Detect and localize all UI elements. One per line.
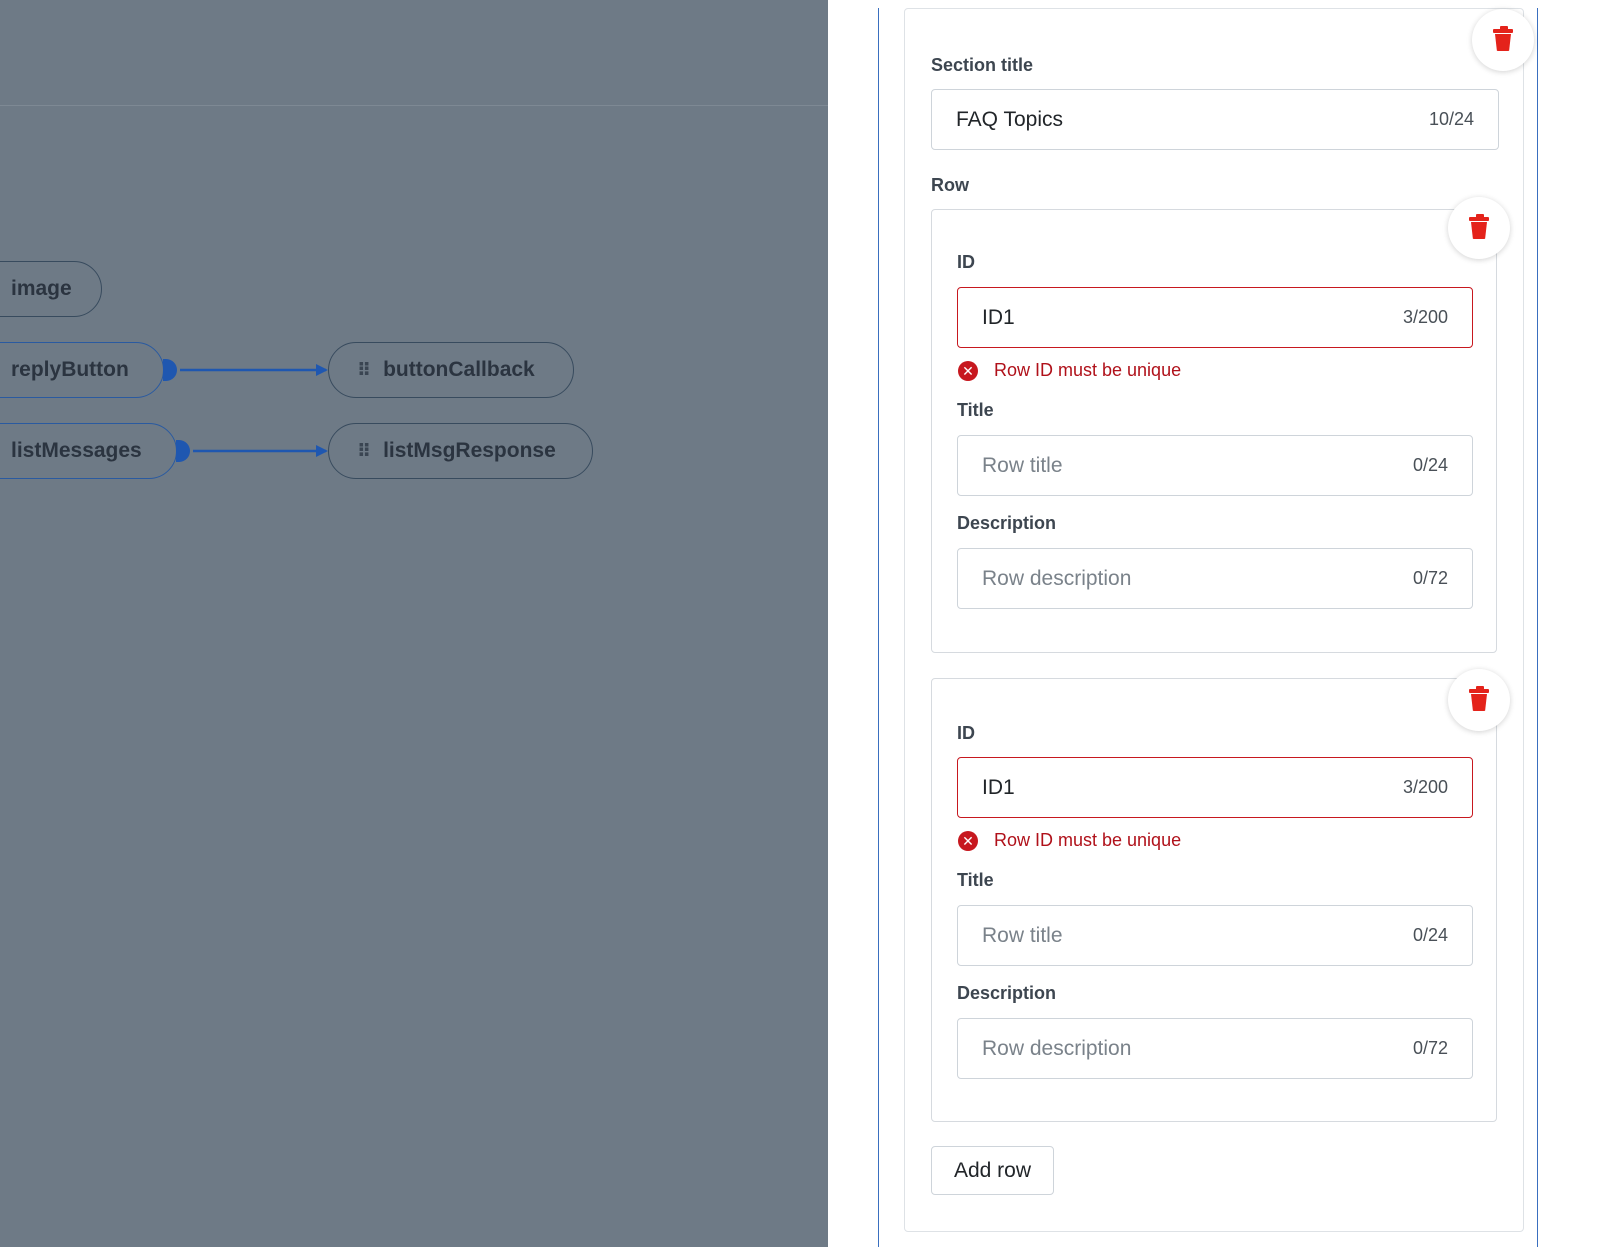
node-image[interactable]: image xyxy=(0,261,102,317)
row-title-label: Title xyxy=(957,870,994,890)
node-reply-button-label: replyButton xyxy=(11,358,129,381)
row-id-value: ID1 xyxy=(982,775,1015,799)
row-description-label: Description xyxy=(957,983,1057,1003)
flow-canvas[interactable]: image replyButton ⠿ buttonCallback listM… xyxy=(0,0,828,1247)
row-description-placeholder: Row description xyxy=(982,1036,1132,1060)
drag-handle-icon[interactable]: ⠿ xyxy=(357,360,371,381)
node-image-label: image xyxy=(11,277,72,300)
section-title-value: FAQ Topics xyxy=(956,107,1063,131)
error-circle-icon: ✕ xyxy=(958,360,978,381)
row-description-input[interactable]: Row description 0/72 xyxy=(957,1018,1473,1079)
section-title-label: Section title xyxy=(931,55,1034,75)
row-title-placeholder: Row title xyxy=(982,453,1063,477)
drag-handle-icon[interactable]: ⠿ xyxy=(357,441,371,462)
row-card-2: ID ID1 3/200 ✕ Row ID must be unique Tit… xyxy=(931,669,1510,1122)
row-id-value: ID1 xyxy=(982,305,1015,329)
node-list-messages-label: listMessages xyxy=(11,439,142,462)
node-list-msg-response-label: listMsgResponse xyxy=(383,439,556,462)
row-description-placeholder: Row description xyxy=(982,566,1132,590)
row-id-counter: 3/200 xyxy=(1402,777,1448,797)
trash-icon xyxy=(1493,26,1513,51)
delete-row-button[interactable] xyxy=(1448,669,1510,731)
row-title-label: Title xyxy=(957,400,994,420)
node-list-messages[interactable]: listMessages xyxy=(0,423,177,479)
node-reply-button[interactable]: replyButton xyxy=(0,342,164,398)
section-title-input[interactable]: FAQ Topics 10/24 xyxy=(931,89,1499,150)
row-title-input[interactable]: Row title 0/24 xyxy=(957,905,1473,966)
row-label: Row xyxy=(931,175,969,195)
row-id-input[interactable]: ID1 3/200 xyxy=(957,287,1473,348)
delete-row-button[interactable] xyxy=(1448,197,1510,259)
row-card-1: ID ID1 3/200 ✕ Row ID must be unique Tit… xyxy=(931,197,1510,653)
row-id-counter: 3/200 xyxy=(1402,307,1448,327)
row-id-error-text: Row ID must be unique xyxy=(994,360,1182,380)
node-list-msg-response[interactable]: ⠿ listMsgResponse xyxy=(328,423,593,479)
row-description-input[interactable]: Row description 0/72 xyxy=(957,548,1473,609)
properties-panel: Section title FAQ Topics 10/24 Row ID ID… xyxy=(828,0,1600,1247)
row-title-counter: 0/24 xyxy=(1412,455,1448,475)
row-title-counter: 0/24 xyxy=(1412,925,1448,945)
row-description-counter: 0/72 xyxy=(1412,568,1448,588)
row-id-label: ID xyxy=(957,252,975,272)
row-id-error-text: Row ID must be unique xyxy=(994,830,1182,850)
row-description-label: Description xyxy=(957,513,1057,533)
delete-section-button[interactable] xyxy=(1472,9,1534,71)
node-button-callback-label: buttonCallback xyxy=(383,358,535,381)
add-row-button[interactable]: Add row xyxy=(931,1146,1054,1195)
node-button-callback[interactable]: ⠿ buttonCallback xyxy=(328,342,574,398)
row-description-counter: 0/72 xyxy=(1412,1038,1448,1058)
row-id-error: ✕ Row ID must be unique xyxy=(958,830,1181,851)
section-title-counter: 10/24 xyxy=(1428,109,1474,129)
row-title-placeholder: Row title xyxy=(982,923,1063,947)
row-title-input[interactable]: Row title 0/24 xyxy=(957,435,1473,496)
row-id-label: ID xyxy=(957,723,975,743)
row-id-input[interactable]: ID1 3/200 xyxy=(957,757,1473,818)
trash-icon xyxy=(1469,214,1489,239)
flow-edges xyxy=(180,364,328,457)
error-circle-icon: ✕ xyxy=(958,830,978,851)
row-id-error: ✕ Row ID must be unique xyxy=(958,360,1181,381)
trash-icon xyxy=(1469,686,1489,711)
list-section-card: Section title FAQ Topics 10/24 Row ID ID… xyxy=(904,8,1534,1232)
